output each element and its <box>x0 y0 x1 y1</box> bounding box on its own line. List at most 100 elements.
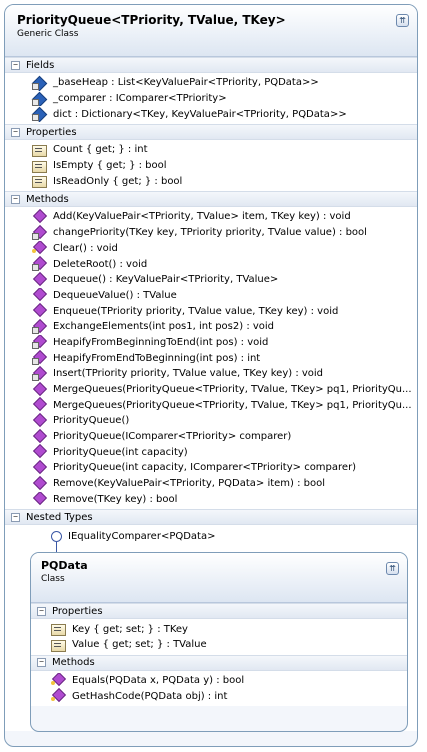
collapse-fields-toggle-icon[interactable]: − <box>11 60 20 70</box>
private-field-icon <box>32 108 46 122</box>
collapse-nested-properties-toggle-icon[interactable]: − <box>37 606 46 616</box>
method-label: PriorityQueue() <box>53 415 130 427</box>
property-item[interactable]: Count { get; } : int <box>5 142 417 158</box>
private-field-icon <box>32 77 46 90</box>
method-item[interactable]: Remove(KeyValuePair<TPriority, PQData> i… <box>5 476 417 492</box>
method-item[interactable]: DeleteRoot() : void <box>5 256 417 272</box>
property-item[interactable]: Key { get; set; } : TKey <box>31 621 407 637</box>
interface-connector-line <box>56 542 57 553</box>
collapse-nested-class-button[interactable]: ⇈ <box>386 562 399 576</box>
interface-lollipop[interactable]: IEqualityComparer<PQData> <box>51 531 216 543</box>
property-label: Value { get; set; } : TValue <box>72 639 207 651</box>
method-item[interactable]: Equals(PQData x, PQData y) : bool <box>31 673 407 689</box>
method-label: PriorityQueue(int capacity) <box>53 446 188 458</box>
method-item[interactable]: DequeueValue() : TValue <box>5 288 417 304</box>
class-shape-priorityqueue[interactable]: PriorityQueue<TPriority, TValue, TKey> G… <box>4 4 418 747</box>
public-method-icon <box>32 478 46 490</box>
method-item[interactable]: GetHashCode(PQData obj) : int <box>31 688 407 704</box>
class-shape-pqdata[interactable]: PQData Class ⇈ − Properties Key { get; s… <box>30 552 408 733</box>
method-label: MergeQueues(PriorityQueue<TPriority, TVa… <box>53 399 412 411</box>
method-item[interactable]: Clear() : void <box>5 241 417 257</box>
nested-class-header: PQData Class ⇈ <box>31 553 407 604</box>
interface-method-icon <box>51 674 65 686</box>
method-item[interactable]: changePriority(TKey key, TPriority prior… <box>5 225 417 241</box>
property-icon <box>51 639 66 652</box>
method-item[interactable]: ExchangeElements(int pos1, int pos2) : v… <box>5 319 417 335</box>
nested-methods-section-header[interactable]: − Methods <box>31 654 407 671</box>
methods-section-header[interactable]: − Methods <box>5 191 417 208</box>
collapse-class-button[interactable]: ⇈ <box>396 14 409 27</box>
private-method-icon <box>32 336 46 350</box>
public-method-icon <box>32 462 46 474</box>
method-label: HeapifyFromEndToBeginning(int pos) : int <box>53 352 261 364</box>
public-method-icon <box>32 305 46 317</box>
public-method-icon <box>32 431 46 443</box>
methods-list: Add(KeyValuePair<TPriority, TValue> item… <box>5 207 417 510</box>
method-label: DeleteRoot() : void <box>53 258 148 270</box>
collapse-properties-toggle-icon[interactable]: − <box>11 127 20 137</box>
method-label: ExchangeElements(int pos1, int pos2) : v… <box>53 321 275 333</box>
collapse-nested-methods-toggle-icon[interactable]: − <box>37 658 46 668</box>
field-item[interactable]: _comparer : IComparer<TPriority> <box>5 91 417 107</box>
method-label: Clear() : void <box>53 242 118 254</box>
fields-section-label: Fields <box>26 59 55 71</box>
class-header: PriorityQueue<TPriority, TValue, TKey> G… <box>5 5 417 57</box>
property-label: IsReadOnly { get; } : bool <box>53 175 183 187</box>
method-item[interactable]: PriorityQueue(IComparer<TPriority> compa… <box>5 429 417 445</box>
method-label: PriorityQueue(int capacity, IComparer<TP… <box>53 462 357 474</box>
methods-section-label: Methods <box>26 193 69 205</box>
method-label: HeapifyFromBeginningToEnd(int pos) : voi… <box>53 336 269 348</box>
field-label: _baseHeap : List<KeyValuePair<TPriority,… <box>53 77 319 89</box>
properties-section-header[interactable]: − Properties <box>5 124 417 141</box>
nested-properties-list: Key { get; set; } : TKey Value { get; se… <box>31 619 407 655</box>
method-item[interactable]: HeapifyFromEndToBeginning(int pos) : int <box>5 350 417 366</box>
method-label: MergeQueues(PriorityQueue<TPriority, TVa… <box>53 384 412 396</box>
properties-section-label: Properties <box>26 126 77 138</box>
method-item[interactable]: Remove(TKey key) : bool <box>5 492 417 508</box>
field-item[interactable]: _baseHeap : List<KeyValuePair<TPriority,… <box>5 75 417 91</box>
property-label: Count { get; } : int <box>53 144 148 156</box>
property-item[interactable]: IsReadOnly { get; } : bool <box>5 173 417 189</box>
property-item[interactable]: IsEmpty { get; } : bool <box>5 158 417 174</box>
private-method-icon <box>32 227 46 240</box>
collapse-nested-types-toggle-icon[interactable]: − <box>11 512 20 522</box>
public-method-icon <box>32 446 46 458</box>
property-item[interactable]: Value { get; set; } : TValue <box>31 637 407 653</box>
nested-methods-list: Equals(PQData x, PQData y) : bool GetHas… <box>31 670 407 706</box>
nested-class-subtitle: Class <box>41 574 65 585</box>
properties-list: Count { get; } : int IsEmpty { get; } : … <box>5 140 417 192</box>
method-item[interactable]: MergeQueues(PriorityQueue<TPriority, TVa… <box>5 397 417 413</box>
public-method-icon <box>32 493 46 505</box>
method-item[interactable]: Add(KeyValuePair<TPriority, TValue> item… <box>5 209 417 225</box>
method-label: Enqueue(TPriority priority, TValue value… <box>53 305 339 317</box>
private-method-icon <box>32 368 46 381</box>
method-item[interactable]: HeapifyFromBeginningToEnd(int pos) : voi… <box>5 335 417 351</box>
interface-method-icon <box>51 690 65 702</box>
fields-list: _baseHeap : List<KeyValuePair<TPriority,… <box>5 73 417 125</box>
field-item[interactable]: dict : Dictionary<TKey, KeyValuePair<TPr… <box>5 106 417 122</box>
method-item[interactable]: PriorityQueue(int capacity, IComparer<TP… <box>5 460 417 476</box>
class-title: PriorityQueue<TPriority, TValue, TKey> <box>17 13 286 27</box>
method-item[interactable]: MergeQueues(PriorityQueue<TPriority, TVa… <box>5 382 417 398</box>
nested-class-title: PQData <box>41 559 88 573</box>
method-item[interactable]: Insert(TPriority priority, TValue value,… <box>5 366 417 382</box>
nested-properties-section-header[interactable]: − Properties <box>31 603 407 620</box>
method-label: Remove(TKey key) : bool <box>53 493 178 505</box>
collapse-methods-toggle-icon[interactable]: − <box>11 194 20 204</box>
method-item[interactable]: Enqueue(TPriority priority, TValue value… <box>5 303 417 319</box>
method-item[interactable]: PriorityQueue(int capacity) <box>5 444 417 460</box>
method-item[interactable]: Dequeue() : KeyValuePair<TPriority, TVal… <box>5 272 417 288</box>
fields-section-header[interactable]: − Fields <box>5 57 417 73</box>
class-subtitle: Generic Class <box>17 29 79 39</box>
property-label: IsEmpty { get; } : bool <box>53 160 167 172</box>
nested-types-section-label: Nested Types <box>26 511 93 523</box>
method-label: GetHashCode(PQData obj) : int <box>72 690 228 702</box>
method-label: DequeueValue() : TValue <box>53 289 177 301</box>
interface-lollipop-icon <box>51 531 62 543</box>
nested-types-section-header[interactable]: − Nested Types <box>5 509 417 526</box>
property-icon <box>32 175 47 189</box>
method-item[interactable]: PriorityQueue() <box>5 413 417 429</box>
method-label: Insert(TPriority priority, TValue value,… <box>53 368 324 380</box>
public-method-icon <box>32 415 46 427</box>
field-label: dict : Dictionary<TKey, KeyValuePair<TPr… <box>53 108 347 120</box>
